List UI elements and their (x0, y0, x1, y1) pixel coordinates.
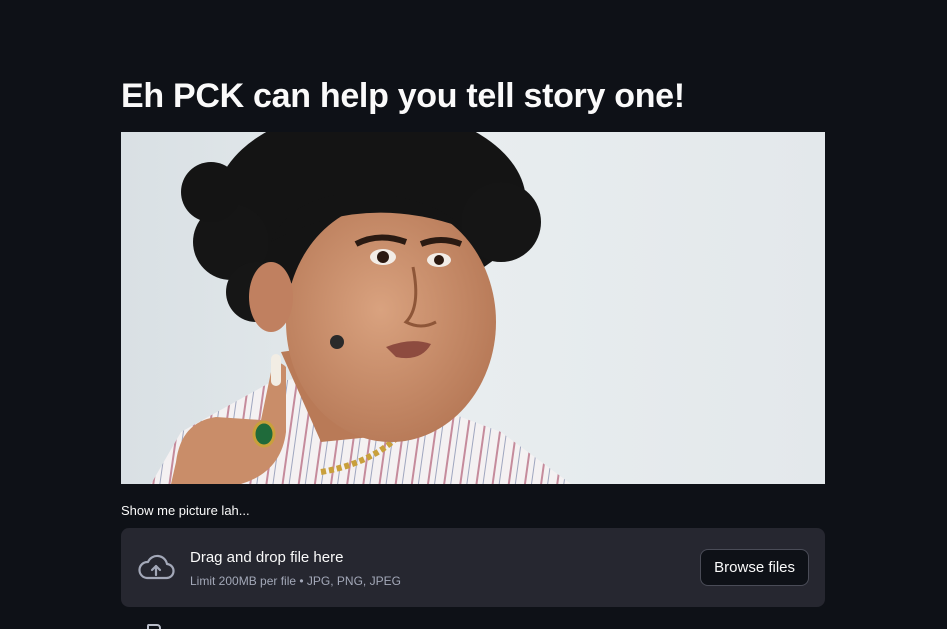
dropzone-title: Drag and drop file here (190, 549, 344, 566)
hero-image (121, 132, 825, 484)
cloud-upload-icon (138, 554, 175, 580)
page-title: Eh PCK can help you tell story one! (121, 77, 685, 115)
uploader-label: Show me picture lah... (121, 503, 250, 518)
dropzone-limit-text: Limit 200MB per file • JPG, PNG, JPEG (190, 574, 401, 588)
browse-files-button[interactable]: Browse files (700, 549, 809, 586)
file-dropzone[interactable]: Drag and drop file here Limit 200MB per … (121, 528, 825, 607)
file-icon (147, 624, 161, 629)
app-page: Eh PCK can help you tell story one! Show… (0, 0, 947, 629)
portrait-photo (121, 132, 825, 484)
dropzone-instructions: Drag and drop file here Limit 200MB per … (190, 548, 401, 588)
